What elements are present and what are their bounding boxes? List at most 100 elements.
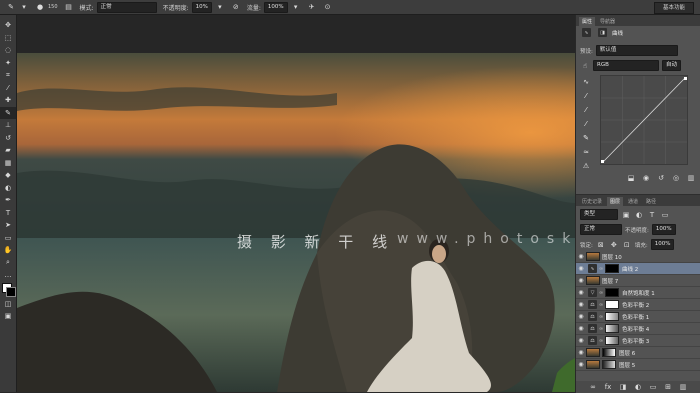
layer-mask-thumbnail[interactable]: [602, 360, 616, 369]
eye-icon[interactable]: ◉: [576, 265, 586, 272]
workspace-switcher[interactable]: 基本功能: [653, 2, 694, 14]
clip-to-layer-icon[interactable]: ⬓: [626, 173, 636, 183]
eye-icon[interactable]: ◉: [576, 253, 586, 260]
point-edit-icon[interactable]: ∿: [581, 77, 591, 87]
magic-wand-icon[interactable]: ✦: [0, 57, 16, 70]
view-previous-icon[interactable]: ◉: [641, 173, 651, 183]
layer-mask-thumbnail[interactable]: [605, 336, 619, 345]
eye-icon[interactable]: ◉: [576, 301, 586, 308]
eye-icon[interactable]: ◉: [576, 277, 586, 284]
history-brush-icon[interactable]: ↺: [0, 132, 16, 145]
move-icon[interactable]: ✥: [0, 19, 16, 32]
reset-icon[interactable]: ↺: [656, 173, 666, 183]
clipping-icon[interactable]: ⚠: [581, 161, 591, 171]
preset-select[interactable]: 默认值: [595, 45, 678, 56]
layer-row[interactable]: ◉ ▽ ∞ 自然饱和度 1: [576, 287, 700, 299]
lock-pixels-icon[interactable]: ⊠: [596, 240, 606, 250]
black-point-eyedropper-icon[interactable]: ⁄: [581, 91, 591, 101]
trash-icon[interactable]: ▥: [678, 382, 688, 392]
zoom-icon[interactable]: ⌕: [0, 257, 16, 270]
layer-style-icon[interactable]: fx: [603, 382, 613, 392]
layer-mask-thumbnail[interactable]: [605, 300, 619, 309]
filter-type-icon[interactable]: T: [647, 210, 657, 220]
white-point-eyedropper-icon[interactable]: ⁄: [581, 119, 591, 129]
clone-stamp-icon[interactable]: ⊥: [0, 119, 16, 132]
layer-row[interactable]: ◉ 图层 5: [576, 359, 700, 371]
hand-icon[interactable]: ✋: [0, 244, 16, 257]
eye-icon[interactable]: ◉: [576, 289, 586, 296]
pen-icon[interactable]: ✒: [0, 194, 16, 207]
pressure-size-icon[interactable]: ⊙: [323, 2, 333, 12]
new-layer-icon[interactable]: ⊞: [663, 382, 673, 392]
chevron-down-icon[interactable]: ▾: [215, 2, 225, 12]
tab-navigator[interactable]: 导航器: [597, 17, 618, 26]
filter-pixel-icon[interactable]: ▣: [621, 210, 631, 220]
lock-position-icon[interactable]: ✥: [609, 240, 619, 250]
blend-mode-select[interactable]: 正常: [580, 224, 622, 235]
curve-pencil-icon[interactable]: ✎: [581, 133, 591, 143]
layer-mask-icon[interactable]: ◨: [598, 28, 607, 37]
dodge-icon[interactable]: ◐: [0, 182, 16, 195]
chevron-down-icon[interactable]: ▾: [291, 2, 301, 12]
brush-panel-toggle-icon[interactable]: ▤: [64, 2, 74, 12]
layer-mask-thumbnail[interactable]: [605, 288, 619, 297]
layer-row[interactable]: ◉ ∿ ∞ 曲线 2: [576, 263, 700, 275]
eyedropper-icon[interactable]: ⁄: [0, 82, 16, 95]
new-adjustment-icon[interactable]: ◐: [633, 382, 643, 392]
type-icon[interactable]: T: [0, 207, 16, 220]
new-group-icon[interactable]: ▭: [648, 382, 658, 392]
crop-icon[interactable]: ⌗: [0, 69, 16, 82]
document-canvas[interactable]: 摄 影 新 干 线 www.photoskz.vip: [17, 15, 575, 392]
filter-adjust-icon[interactable]: ◐: [634, 210, 644, 220]
gray-point-eyedropper-icon[interactable]: ⁄: [581, 105, 591, 115]
eye-icon[interactable]: ◉: [576, 361, 586, 368]
blur-icon[interactable]: ◆: [0, 169, 16, 182]
tab-history[interactable]: 历史记录: [579, 197, 605, 206]
layer-filter-select[interactable]: 类型: [580, 209, 618, 220]
layer-row[interactable]: ◉ 图层 7: [576, 275, 700, 287]
layer-row[interactable]: ◉ ⚖ ∞ 色彩平衡 1: [576, 311, 700, 323]
path-select-icon[interactable]: ➤: [0, 219, 16, 232]
more-tools-icon[interactable]: …: [0, 269, 16, 282]
smooth-curve-icon[interactable]: ≈: [581, 147, 591, 157]
tab-properties[interactable]: 属性: [579, 17, 596, 26]
layer-row[interactable]: ◉ 图层 6: [576, 347, 700, 359]
shape-icon[interactable]: ▭: [0, 232, 16, 245]
layer-mask-thumbnail[interactable]: [605, 324, 619, 333]
add-mask-icon[interactable]: ◨: [618, 382, 628, 392]
curve-graph[interactable]: [600, 75, 688, 165]
layer-mask-thumbnail[interactable]: [605, 312, 619, 321]
brush-size-control[interactable]: ● 150: [35, 2, 58, 12]
lasso-icon[interactable]: ◌: [0, 44, 16, 57]
fill-input[interactable]: 100%: [650, 239, 675, 250]
opacity-input[interactable]: 10%: [191, 1, 212, 13]
eye-icon[interactable]: ◉: [576, 337, 586, 344]
target-adjust-icon[interactable]: ☝: [580, 61, 590, 71]
layer-mask-thumbnail[interactable]: [605, 264, 619, 273]
color-swatches[interactable]: [0, 282, 16, 298]
tab-paths[interactable]: 路径: [643, 197, 659, 206]
link-layers-icon[interactable]: ∞: [588, 382, 598, 392]
channel-select[interactable]: RGB: [593, 60, 659, 71]
layer-opacity-input[interactable]: 100%: [651, 224, 676, 235]
brush-preset-picker[interactable]: ✎ ▾: [6, 2, 29, 12]
layer-row[interactable]: ◉ ⚖ ∞ 色彩平衡 2: [576, 299, 700, 311]
tab-channels[interactable]: 通道: [625, 197, 641, 206]
eye-icon[interactable]: ◉: [576, 313, 586, 320]
gradient-icon[interactable]: ▦: [0, 157, 16, 170]
flow-input[interactable]: 100%: [263, 1, 288, 13]
layer-row[interactable]: ◉ 图层 10: [576, 251, 700, 263]
screen-mode-icon[interactable]: ▣: [0, 310, 16, 323]
airbrush-icon[interactable]: ✈: [307, 2, 317, 12]
layer-row[interactable]: ◉ ⚖ ∞ 色彩平衡 3: [576, 335, 700, 347]
lock-all-icon[interactable]: ⊡: [622, 240, 632, 250]
eraser-icon[interactable]: ▰: [0, 144, 16, 157]
auto-button[interactable]: 自动: [662, 60, 682, 71]
eye-icon[interactable]: ◉: [576, 349, 586, 356]
visibility-icon[interactable]: ◎: [671, 173, 681, 183]
marquee-icon[interactable]: ⬚: [0, 32, 16, 45]
quick-mask-icon[interactable]: ◫: [0, 298, 16, 311]
layer-mask-thumbnail[interactable]: [602, 348, 616, 357]
layer-row[interactable]: ◉ ⚖ ∞ 色彩平衡 4: [576, 323, 700, 335]
brush-icon[interactable]: ✎: [0, 106, 16, 119]
